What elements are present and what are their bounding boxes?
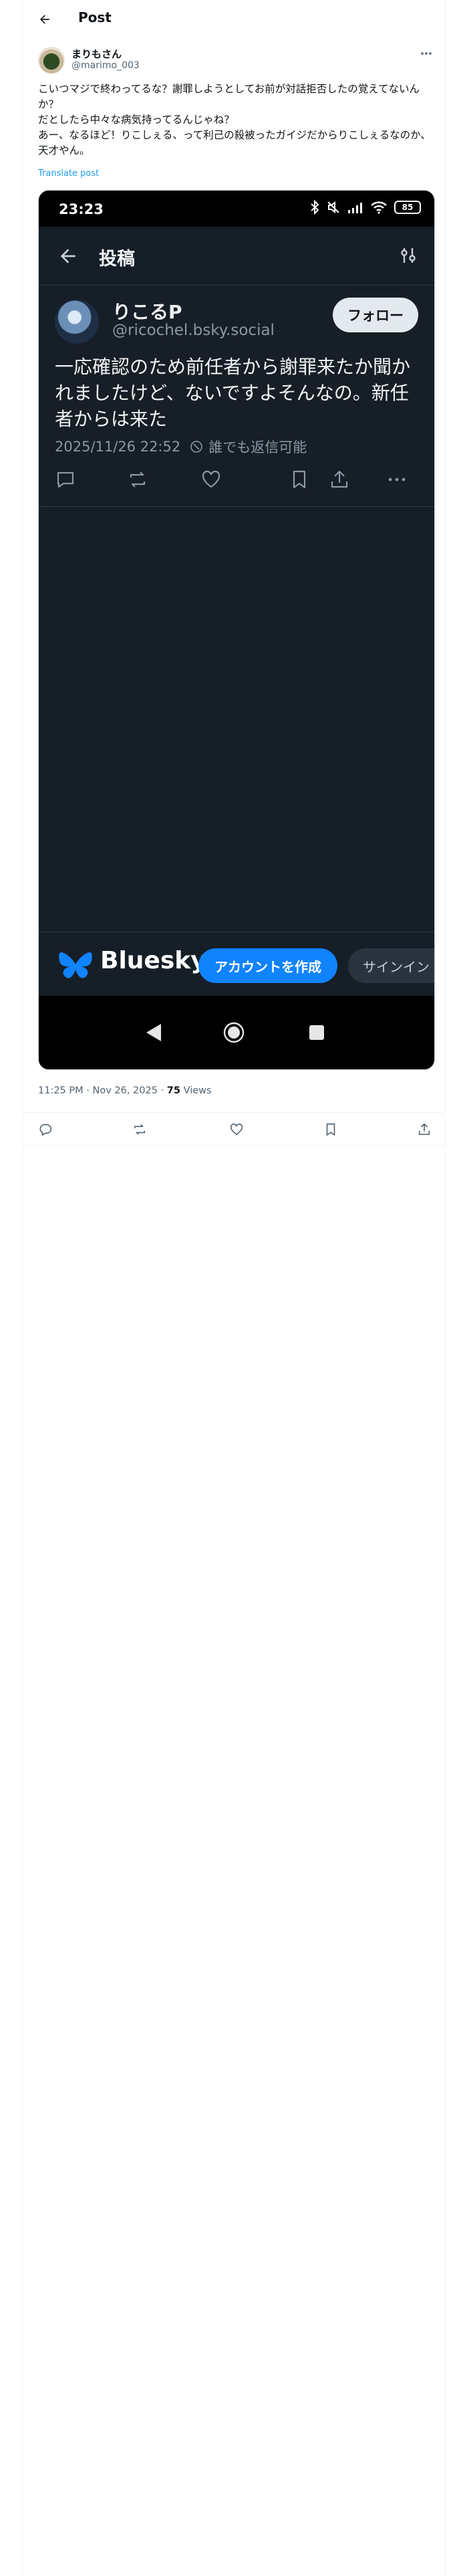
bluetooth-icon bbox=[311, 200, 319, 215]
arrow-left-icon bbox=[40, 15, 49, 24]
bluesky-wordmark: Bluesky bbox=[100, 947, 206, 974]
butterfly-logo-icon bbox=[59, 952, 92, 978]
arrow-left-icon[interactable] bbox=[57, 245, 79, 267]
follow-button[interactable]: フォロー bbox=[333, 298, 418, 332]
tweet-text: こいつマジで終わってるな？謝罪しようとしてお前が対話拒否したの覚えてないんか？ … bbox=[38, 83, 431, 156]
share-icon[interactable] bbox=[329, 469, 350, 490]
nav-recent-square-icon[interactable] bbox=[309, 1025, 325, 1041]
sign-in-button[interactable]: サインイン bbox=[348, 948, 434, 983]
attached-screenshot[interactable]: 23:23 85 投稿 りこるP @ricochel.bsky.social フ… bbox=[38, 190, 435, 1070]
tweet-timestamp[interactable]: 11:25 PM · Nov 26, 2025 bbox=[38, 1085, 158, 1096]
post-author-name[interactable]: りこるP bbox=[112, 298, 182, 324]
status-icons: 85 bbox=[310, 200, 421, 215]
bookmark-icon[interactable] bbox=[323, 1122, 338, 1137]
nav-back-triangle-icon[interactable] bbox=[145, 1023, 164, 1043]
like-icon[interactable] bbox=[200, 469, 222, 490]
translate-post-link[interactable]: Translate post bbox=[38, 169, 99, 179]
reply-icon[interactable] bbox=[38, 1122, 53, 1137]
post-text: 一応確認のため前任者から謝罪来たか聞かれましたけど、ないですよそんなの。新任者か… bbox=[55, 356, 411, 430]
repost-icon[interactable] bbox=[127, 469, 148, 490]
meta-separator: · bbox=[157, 1085, 167, 1096]
author-handle[interactable]: @marimo_003 bbox=[71, 60, 140, 71]
nav-home-circle-icon[interactable] bbox=[223, 1022, 245, 1043]
status-time: 23:23 bbox=[59, 201, 104, 217]
more-dots-icon bbox=[421, 52, 432, 55]
signal-icon bbox=[348, 203, 362, 213]
app-title: 投稿 bbox=[99, 249, 135, 270]
tweet-actions bbox=[22, 1112, 445, 1146]
repost-icon[interactable] bbox=[132, 1122, 147, 1137]
battery-indicator: 85 bbox=[394, 201, 421, 214]
bluesky-promo-bar: Bluesky アカウントを作成 サインイン bbox=[39, 932, 434, 996]
globe-icon bbox=[190, 441, 203, 453]
views-count: 75 bbox=[166, 1085, 180, 1096]
like-icon[interactable] bbox=[229, 1122, 244, 1137]
author-avatar[interactable] bbox=[38, 47, 65, 74]
post-divider bbox=[39, 506, 434, 507]
post-meta: 2025/11/26 22:52 誰でも返信可能 bbox=[55, 437, 307, 457]
more-dots-icon[interactable] bbox=[386, 469, 408, 490]
android-nav-bar bbox=[39, 996, 434, 1069]
share-icon[interactable] bbox=[417, 1122, 432, 1137]
views-label: Views bbox=[180, 1085, 212, 1096]
sliders-icon[interactable] bbox=[398, 245, 418, 265]
post-author-avatar[interactable] bbox=[55, 300, 99, 344]
tweet-meta: 11:25 PM · Nov 26, 2025 · 75 Views bbox=[38, 1085, 212, 1096]
post-date: 2025/11/26 22:52 bbox=[55, 439, 181, 455]
mute-icon bbox=[327, 201, 339, 214]
author-name[interactable]: まりもさん bbox=[71, 47, 122, 61]
reply-setting-label: 誰でも返信可能 bbox=[208, 439, 307, 455]
post-actions bbox=[52, 465, 426, 494]
app-header: 投稿 bbox=[39, 227, 434, 286]
phone-status-bar: 23:23 85 bbox=[39, 191, 434, 227]
bookmark-icon[interactable] bbox=[289, 469, 310, 490]
reply-setting: 誰でも返信可能 bbox=[190, 437, 307, 457]
back-button[interactable] bbox=[34, 9, 55, 30]
create-account-button[interactable]: アカウントを作成 bbox=[198, 948, 337, 983]
top-bar: Post bbox=[22, 0, 445, 39]
wifi-icon bbox=[371, 201, 387, 214]
reply-icon[interactable] bbox=[55, 469, 76, 490]
page-title: Post bbox=[78, 9, 112, 25]
more-options-button[interactable] bbox=[418, 47, 434, 60]
post-author-handle[interactable]: @ricochel.bsky.social bbox=[112, 322, 275, 339]
